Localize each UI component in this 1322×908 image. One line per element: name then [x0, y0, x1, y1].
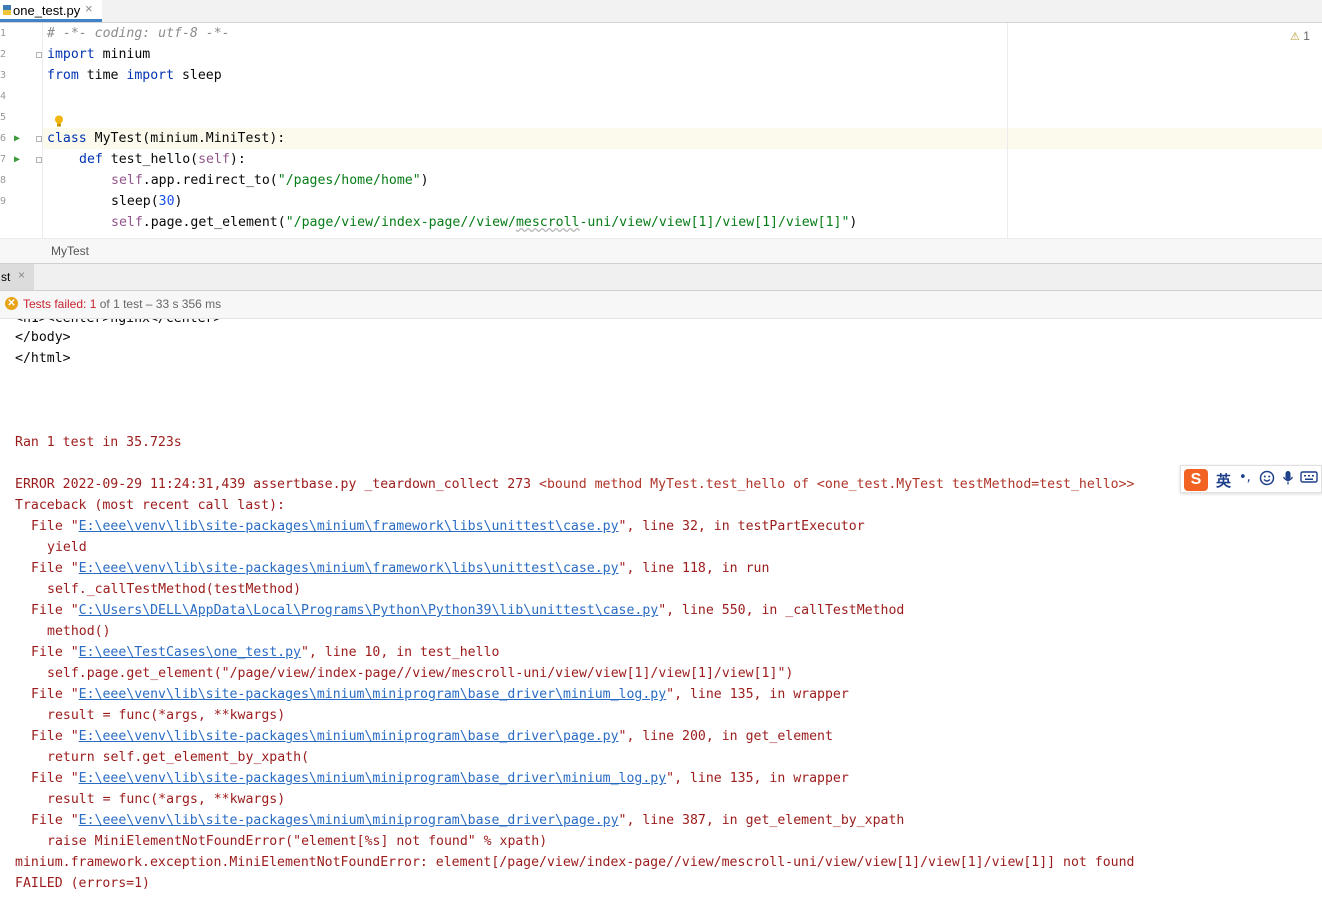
line-number: 7: [0, 154, 7, 165]
line-number: 2: [0, 49, 7, 60]
traceback-code: method(): [47, 624, 111, 639]
test-failed-icon: ✕: [5, 297, 18, 310]
traceback-code: result = func(*args, **kwargs): [47, 708, 286, 723]
code-line-3: from time import sleep: [47, 68, 222, 83]
file-link[interactable]: E:\eee\venv\lib\site-packages\minium\min…: [79, 771, 667, 786]
run-tool-tab-bar: st ×: [0, 263, 1322, 291]
console-line: </html>: [15, 351, 71, 366]
traceback-frame: File "C:\Users\DELL\AppData\Local\Progra…: [31, 603, 905, 618]
file-link[interactable]: C:\Users\DELL\AppData\Local\Programs\Pyt…: [79, 603, 659, 618]
traceback-frame: File "E:\eee\venv\lib\site-packages\mini…: [31, 687, 849, 702]
ime-language-toggle[interactable]: 英: [1216, 470, 1231, 491]
console-line: </body>: [15, 330, 71, 345]
lightbulb-icon[interactable]: [54, 112, 64, 127]
line-number: 9: [0, 196, 7, 207]
fold-icon[interactable]: [36, 52, 42, 58]
file-link[interactable]: E:\eee\venv\lib\site-packages\minium\min…: [79, 687, 667, 702]
code-line-10: self.page.get_element("/page/view/index-…: [111, 215, 858, 230]
traceback-code: return self.get_element_by_xpath(: [47, 750, 310, 765]
inspection-warnings[interactable]: ⚠ 1: [1290, 29, 1310, 43]
console-line-traceback: Traceback (most recent call last):: [15, 498, 285, 513]
breadcrumb-item-mytest[interactable]: MyTest: [51, 244, 89, 258]
console-line-error: ERROR 2022-09-29 11:24:31,439 assertbase…: [15, 477, 1135, 492]
console-line-failed: FAILED (errors=1): [15, 876, 150, 891]
emoji-icon[interactable]: [1259, 470, 1275, 490]
tab-close-icon[interactable]: ×: [85, 1, 93, 16]
traceback-frame: File "E:\eee\venv\lib\site-packages\mini…: [31, 813, 905, 828]
traceback-code: result = func(*args, **kwargs): [47, 792, 286, 807]
line-number: 8: [0, 175, 7, 186]
run-class-icon[interactable]: ▶: [14, 128, 20, 149]
breadcrumb: MyTest: [0, 238, 1322, 264]
warning-count: 1: [1303, 29, 1310, 43]
file-link[interactable]: E:\eee\venv\lib\site-packages\minium\min…: [79, 813, 619, 828]
editor-gutter: 1 2 3 4 5 6 7 8 9 ▶ ▶: [0, 23, 43, 238]
traceback-frame: File "E:\eee\venv\lib\site-packages\mini…: [31, 561, 770, 576]
file-link[interactable]: E:\eee\venv\lib\site-packages\minium\fra…: [79, 561, 619, 576]
run-test-icon[interactable]: ▶: [14, 149, 20, 170]
line-number: 3: [0, 70, 7, 81]
test-status-bar: ✕ Tests failed: 1 of 1 test – 33 s 356 m…: [0, 291, 1322, 319]
code-editor[interactable]: 1 2 3 4 5 6 7 8 9 ▶ ▶ ⚠ 1 # -*- coding: …: [0, 23, 1322, 238]
code-line-9: sleep(30): [111, 194, 183, 209]
traceback-code: self._callTestMethod(testMethod): [47, 582, 302, 597]
run-tab[interactable]: st ×: [0, 264, 34, 290]
traceback-frame: File "E:\eee\venv\lib\site-packages\mini…: [31, 771, 849, 786]
code-line-7: def test_hello(self):: [79, 152, 246, 167]
test-status-text: Tests failed: 1 of 1 test – 33 s 356 ms: [23, 297, 222, 311]
run-tab-label: st: [1, 270, 11, 284]
console-line-ran: Ran 1 test in 35.723s: [15, 435, 182, 450]
run-console[interactable]: <h1><center>nginx</center> </body> </htm…: [0, 319, 1322, 908]
traceback-frame: File "E:\eee\venv\lib\site-packages\mini…: [31, 729, 833, 744]
traceback-code: yield: [47, 540, 87, 555]
sogou-logo-icon[interactable]: S: [1184, 469, 1208, 491]
file-link[interactable]: E:\eee\TestCases\one_test.py: [79, 645, 301, 660]
tab-label: one_test.py: [13, 3, 81, 18]
file-link[interactable]: E:\eee\venv\lib\site-packages\minium\min…: [79, 729, 619, 744]
ime-punctuation-toggle[interactable]: •,: [1239, 470, 1251, 485]
ime-toolbar[interactable]: S 英 •,: [1180, 465, 1322, 493]
code-line-6: class MyTest(minium.MiniTest):: [47, 131, 286, 146]
traceback-frame: File "E:\eee\TestCases\one_test.py", lin…: [31, 645, 500, 660]
keyboard-icon[interactable]: [1300, 470, 1318, 488]
line-number: 6: [0, 133, 7, 144]
right-margin-guide: [1007, 23, 1008, 238]
file-link[interactable]: E:\eee\venv\lib\site-packages\minium\fra…: [79, 519, 619, 534]
line-number: 5: [0, 112, 7, 123]
warning-triangle-icon: ⚠: [1290, 31, 1300, 43]
fold-icon[interactable]: [36, 136, 42, 142]
code-line-1: # -*- coding: utf-8 -*-: [47, 26, 230, 41]
console-line-exception: minium.framework.exception.MiniElementNo…: [15, 855, 1135, 870]
fold-icon[interactable]: [36, 157, 42, 163]
traceback-code: raise MiniElementNotFoundError("element[…: [47, 834, 548, 849]
line-number: 4: [0, 91, 7, 102]
code-line-2: import minium: [47, 47, 151, 62]
tab-one-test-py[interactable]: one_test.py ×: [0, 0, 102, 22]
microphone-icon[interactable]: [1282, 470, 1294, 490]
editor-tab-bar: one_test.py ×: [0, 0, 1322, 23]
traceback-frame: File "E:\eee\venv\lib\site-packages\mini…: [31, 519, 865, 534]
code-line-8: self.app.redirect_to("/pages/home/home"): [111, 173, 429, 188]
python-file-icon: [2, 4, 12, 19]
traceback-code: self.page.get_element("/page/view/index-…: [47, 666, 794, 681]
line-number: 1: [0, 28, 7, 39]
run-tab-close-icon[interactable]: ×: [18, 268, 25, 282]
